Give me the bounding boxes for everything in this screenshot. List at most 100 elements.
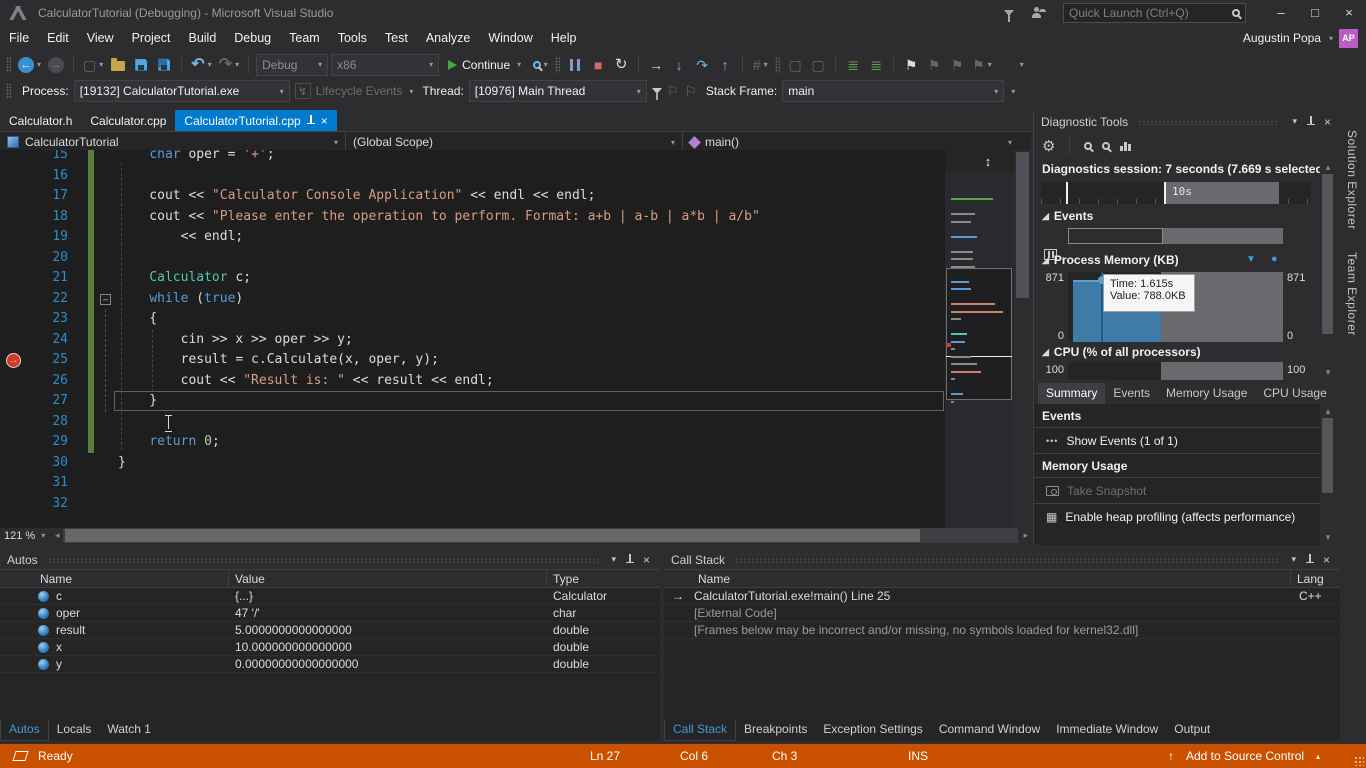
maximize-button[interactable]: □ (1298, 0, 1332, 25)
menu-view[interactable]: View (78, 27, 123, 49)
code-line-31[interactable]: 31 (0, 473, 945, 494)
call-stack-grid-header[interactable]: NameLang (664, 569, 1340, 588)
menu-file[interactable]: File (0, 27, 38, 49)
navigate-backward-button[interactable]: ←▾ (16, 54, 43, 76)
code-line-21[interactable]: 21 Calculator c; (0, 268, 945, 289)
pin-icon[interactable] (1306, 116, 1315, 127)
column-header-value[interactable]: Value (235, 572, 265, 586)
close-icon[interactable]: × (1321, 115, 1334, 129)
menu-tools[interactable]: Tools (329, 27, 376, 49)
scroll-right-icon[interactable]: ▸ (1020, 530, 1031, 541)
menu-debug[interactable]: Debug (225, 27, 280, 49)
collapse-region-button[interactable]: – (100, 294, 111, 305)
zoom-out-icon[interactable] (1102, 142, 1110, 150)
memory-section-header[interactable]: ◢ Process Memory (KB) (1042, 253, 1179, 267)
document-tab-calculatortutorial.cpp[interactable]: CalculatorTutorial.cpp× (175, 110, 336, 131)
column-header-type[interactable]: Type (553, 572, 579, 586)
save-button[interactable] (131, 54, 151, 76)
toolbar-drag-handle[interactable] (6, 83, 11, 99)
code-line-15[interactable]: 15 char oper = '+'; (0, 150, 945, 166)
scope-dropdown[interactable]: (Global Scope) ▾ (346, 132, 683, 152)
menu-edit[interactable]: Edit (38, 27, 78, 49)
toolbar-drag-handle[interactable] (6, 57, 11, 73)
events-section-header[interactable]: ◢ Events (1042, 209, 1093, 223)
code-line-29[interactable]: 29 return 0; (0, 432, 945, 453)
autos-row-c[interactable]: c{...}Calculator (0, 588, 660, 605)
code-line-22[interactable]: 22 while (true)– (0, 289, 945, 310)
call-stack-frame[interactable]: →CalculatorTutorial.exe!main() Line 25C+… (664, 588, 1340, 605)
menu-analyze[interactable]: Analyze (417, 27, 479, 49)
break-all-button[interactable] (565, 54, 585, 76)
autos-row-oper[interactable]: oper47 '/'char (0, 605, 660, 622)
toolbar-overflow-button[interactable]: ▾ (1011, 54, 1031, 76)
autos-grid-header[interactable]: NameValueType (0, 569, 660, 588)
cpu-graph[interactable] (1068, 362, 1283, 380)
diagnostics-tab-events[interactable]: Events (1105, 383, 1158, 404)
stop-debugging-button[interactable]: ■ (588, 54, 608, 76)
code-line-30[interactable]: 30} (0, 453, 945, 474)
project-dropdown[interactable]: CalculatorTutorial ▾ (0, 132, 346, 152)
code-line-28[interactable]: 28 (0, 412, 945, 433)
filter-threads-icon[interactable] (652, 88, 662, 94)
menu-team[interactable]: Team (280, 27, 329, 49)
stack-frame-combo[interactable]: main▾ (782, 80, 1004, 102)
add-to-source-control-button[interactable]: Add to Source Control (1186, 749, 1304, 763)
call-stack-title-bar[interactable]: Call Stack ▾ × (664, 550, 1340, 569)
tool-tab-call-stack[interactable]: Call Stack (664, 719, 736, 741)
timeline-ruler[interactable]: 10s (1041, 182, 1311, 204)
timeline-selection[interactable]: 10s (1166, 182, 1279, 204)
avatar[interactable]: AP (1339, 29, 1358, 48)
open-file-button[interactable] (108, 54, 128, 76)
close-icon[interactable]: × (321, 114, 328, 128)
solution-configurations-combo[interactable]: Debug▾ (256, 54, 328, 76)
notifications-icon[interactable] (1004, 10, 1014, 16)
step-out-button[interactable]: ↑ (715, 54, 735, 76)
resize-grip[interactable] (1354, 756, 1364, 766)
restart-button[interactable]: ↻ (611, 54, 631, 76)
tool-tab-autos[interactable]: Autos (0, 719, 49, 741)
increase-indent-button[interactable]: ≣ (866, 54, 886, 76)
menu-window[interactable]: Window (479, 27, 541, 49)
process-combo[interactable]: [19132] CalculatorTutorial.exe▾ (74, 80, 290, 102)
clear-bookmarks-button[interactable]: ⚑▾ (970, 54, 994, 76)
step-into-button[interactable]: ↓ (669, 54, 689, 76)
diagnostics-tab-summary[interactable]: Summary (1038, 383, 1105, 404)
code-line-24[interactable]: 24 cin >> x >> oper >> y; (0, 330, 945, 351)
toolbar-drag-handle[interactable] (775, 57, 780, 73)
close-icon[interactable]: × (1320, 553, 1333, 567)
continue-button[interactable]: Continue ▾ (442, 54, 527, 76)
call-stack-frame[interactable]: [Frames below may be incorrect and/or mi… (664, 622, 1340, 639)
diagnostics-scrollbar[interactable]: ▴ ▾ (1320, 160, 1336, 380)
document-tab-calculator.h[interactable]: Calculator.h (0, 110, 81, 131)
enable-heap-profiling-button[interactable]: ▦ Enable heap profiling (affects perform… (1034, 504, 1324, 530)
horizontal-scrollbar[interactable] (63, 528, 1019, 543)
sidebar-tab-team-explorer[interactable]: Team Explorer (1345, 252, 1359, 336)
flag-thread-icon[interactable]: ⚐ (684, 84, 697, 98)
lifecycle-events-label[interactable]: Lifecycle Events (316, 84, 403, 98)
close-icon[interactable]: × (640, 553, 653, 567)
menu-test[interactable]: Test (376, 27, 417, 49)
tool-tab-locals[interactable]: Locals (49, 719, 100, 740)
diagnostic-tools-title-bar[interactable]: Diagnostic Tools ▾ × (1034, 112, 1341, 131)
tool-tab-command-window[interactable]: Command Window (931, 719, 1048, 740)
member-dropdown[interactable]: main() ▾ (683, 132, 1019, 152)
column-header-name[interactable]: Name (698, 572, 730, 586)
send-feedback-icon[interactable] (1032, 7, 1045, 19)
diagnostics-tab-memory-usage[interactable]: Memory Usage (1158, 383, 1255, 404)
lifecycle-events-icon[interactable]: ↯ (295, 83, 311, 99)
minimap[interactable] (945, 172, 1014, 528)
previous-bookmark-button[interactable]: ⚑ (924, 54, 944, 76)
toggle-bookmark-button[interactable]: ⚑ (901, 54, 921, 76)
zoom-level-dropdown[interactable]: 121 %▾ (0, 528, 52, 543)
pin-icon[interactable] (1305, 554, 1314, 565)
window-position-icon[interactable]: ▾ (1288, 554, 1299, 565)
sidebar-tab-solution-explorer[interactable]: Solution Explorer (1345, 130, 1359, 230)
diagnostics-tab-cpu-usage[interactable]: CPU Usage (1255, 383, 1334, 404)
code-line-27[interactable]: 27 } (0, 391, 945, 412)
call-stack-frame[interactable]: [External Code] (664, 605, 1340, 622)
vertical-scrollbar-thumb[interactable] (1016, 152, 1029, 298)
summary-scrollbar[interactable]: ▴ ▾ (1320, 404, 1336, 545)
code-line-25[interactable]: 25 result = c.Calculate(x, oper, y);→ (0, 350, 945, 371)
code-line-16[interactable]: 16 (0, 166, 945, 187)
background-tasks-icon[interactable] (12, 751, 28, 761)
